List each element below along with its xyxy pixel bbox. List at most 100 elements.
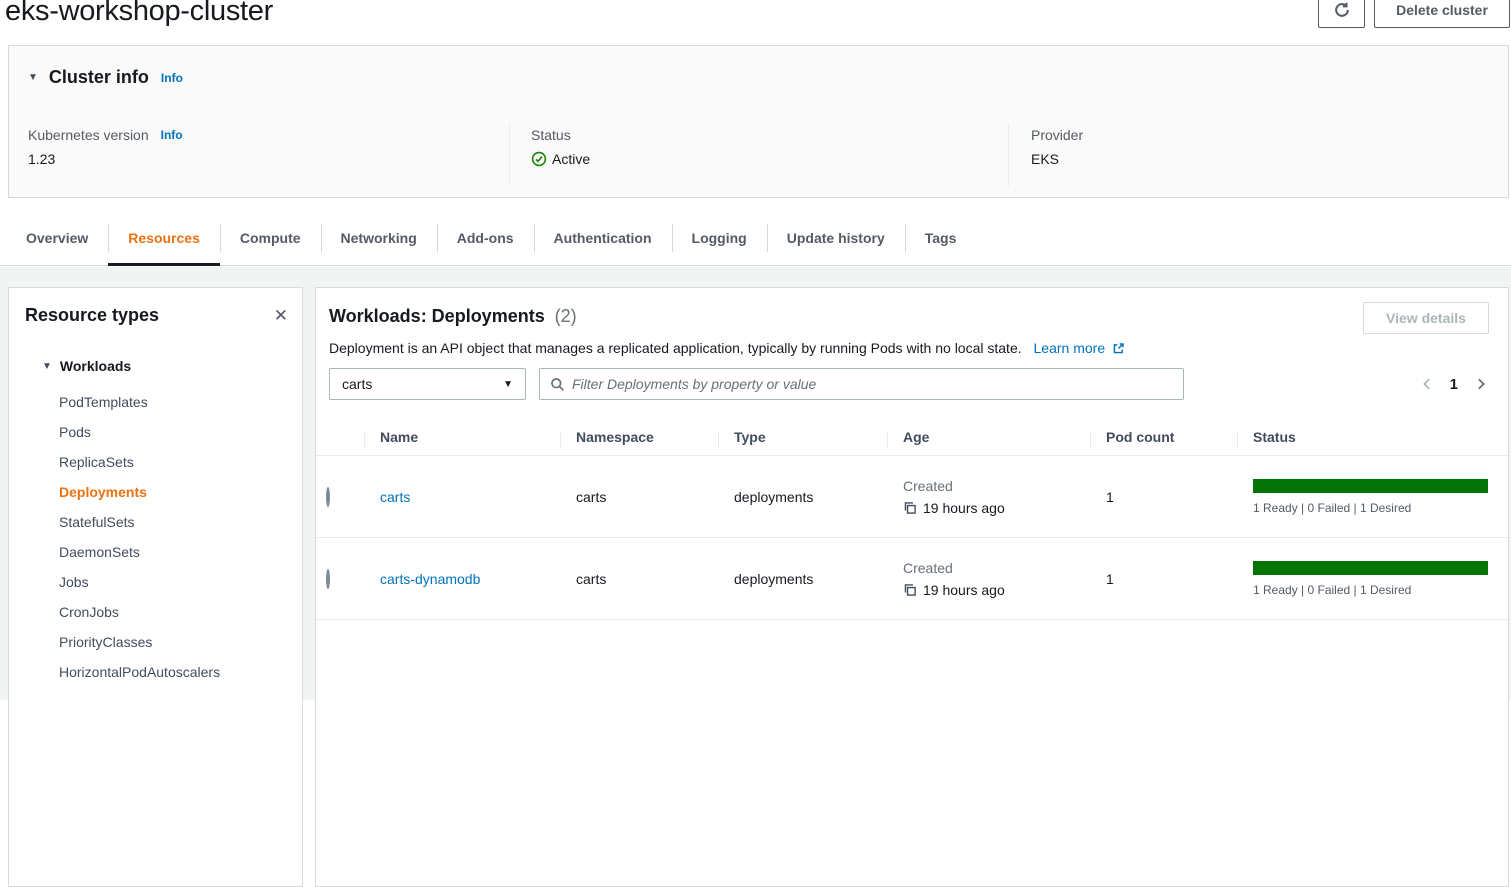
status-summary: 1 Ready | 0 Failed | 1 Desired — [1253, 501, 1488, 515]
chevron-right-icon — [1474, 377, 1488, 391]
kubernetes-version-value: 1.23 — [28, 151, 183, 167]
search-input[interactable] — [572, 376, 1173, 392]
previous-page-button[interactable] — [1420, 377, 1434, 391]
column-divider — [509, 124, 510, 186]
age-created-label: Created — [903, 478, 1090, 494]
status-summary: 1 Ready | 0 Failed | 1 Desired — [1253, 583, 1488, 597]
cluster-info-section: ▼ Cluster info Info Kubernetes version I… — [8, 45, 1509, 198]
column-header-pod-count: Pod count — [1090, 429, 1237, 445]
header-actions: Delete cluster — [1318, 0, 1510, 28]
refresh-icon — [1333, 1, 1351, 19]
age-cell: Created 19 hours ago — [887, 478, 1090, 516]
chevron-left-icon — [1420, 377, 1434, 391]
tree-group-label: Workloads — [60, 358, 131, 374]
filter-type-dropdown[interactable]: carts ▼ — [329, 368, 526, 400]
deployments-count-badge: (2) — [555, 306, 577, 326]
tree-group-workloads[interactable]: ▼ Workloads — [42, 358, 302, 374]
deployments-heading: Workloads: Deployments — [329, 306, 545, 326]
status-progress-bar — [1253, 479, 1488, 493]
row-radio-button[interactable] — [326, 487, 330, 507]
sidebar-item-horizontalpodautoscalers[interactable]: HorizontalPodAutoscalers — [42, 657, 302, 687]
kubernetes-version-field: Kubernetes version Info 1.23 — [28, 127, 183, 167]
tab-networking[interactable]: Networking — [321, 210, 437, 265]
status-cell: 1 Ready | 0 Failed | 1 Desired — [1237, 479, 1508, 515]
pagination: 1 — [1420, 370, 1488, 398]
cluster-info-info-link[interactable]: Info — [161, 71, 183, 85]
table-row: carts carts deployments Created 19 hours… — [316, 456, 1508, 538]
close-icon[interactable]: ✕ — [274, 307, 288, 324]
column-header-namespace: Namespace — [560, 429, 718, 445]
tab-tags[interactable]: Tags — [905, 210, 977, 265]
provider-label: Provider — [1031, 127, 1083, 143]
deployments-description: Deployment is an API object that manages… — [329, 340, 1022, 356]
collapse-caret-icon[interactable]: ▼ — [28, 72, 38, 83]
column-header-name: Name — [364, 429, 560, 445]
type-cell: deployments — [718, 571, 887, 587]
sidebar-item-podtemplates[interactable]: PodTemplates — [42, 387, 302, 417]
column-divider — [1008, 124, 1009, 186]
status-label: Status — [531, 127, 590, 143]
learn-more-label: Learn more — [1034, 340, 1106, 356]
external-link-icon — [1112, 342, 1125, 355]
resource-types-panel: Resource types ✕ ▼ Workloads PodTemplate… — [8, 287, 303, 887]
tab-overview[interactable]: Overview — [6, 210, 108, 265]
column-header-age: Age — [887, 429, 1090, 445]
status-value: Active — [552, 151, 590, 167]
column-header-status: Status — [1237, 429, 1508, 445]
sidebar-item-daemonsets[interactable]: DaemonSets — [42, 537, 302, 567]
kubernetes-version-info-link[interactable]: Info — [161, 128, 183, 142]
tab-authentication[interactable]: Authentication — [534, 210, 672, 265]
resource-types-tree: ▼ Workloads PodTemplates Pods ReplicaSet… — [9, 358, 302, 687]
kubernetes-version-label: Kubernetes version — [28, 127, 149, 143]
learn-more-link[interactable]: Learn more — [1034, 340, 1125, 356]
provider-field: Provider EKS — [1031, 127, 1083, 167]
search-icon — [550, 377, 565, 392]
deployment-name-link[interactable]: carts-dynamodb — [380, 571, 480, 587]
provider-value: EKS — [1031, 151, 1083, 167]
sidebar-item-replicasets[interactable]: ReplicaSets — [42, 447, 302, 477]
sidebar-item-priorityclasses[interactable]: PriorityClasses — [42, 627, 302, 657]
row-radio-button[interactable] — [326, 569, 330, 589]
table-row: carts-dynamodb carts deployments Created… — [316, 538, 1508, 620]
tab-compute[interactable]: Compute — [220, 210, 321, 265]
tab-update-history[interactable]: Update history — [767, 210, 905, 265]
deployments-panel: Workloads: Deployments (2) View details … — [315, 287, 1509, 887]
sidebar-item-pods[interactable]: Pods — [42, 417, 302, 447]
column-header-type: Type — [718, 429, 887, 445]
current-page-number[interactable]: 1 — [1450, 376, 1458, 393]
tab-resources[interactable]: Resources — [108, 210, 220, 265]
filter-search-box[interactable] — [539, 368, 1184, 400]
next-page-button[interactable] — [1474, 377, 1488, 391]
sidebar-item-jobs[interactable]: Jobs — [42, 567, 302, 597]
deployments-table: Name Namespace Type Age Pod count Status… — [316, 418, 1508, 620]
status-check-icon — [531, 151, 547, 167]
age-created-label: Created — [903, 560, 1090, 576]
namespace-cell: carts — [560, 489, 718, 505]
copy-icon[interactable] — [903, 501, 917, 515]
deployment-name-link[interactable]: carts — [380, 489, 410, 505]
sidebar-item-cronjobs[interactable]: CronJobs — [42, 597, 302, 627]
view-details-button[interactable]: View details — [1363, 302, 1489, 334]
cluster-info-header[interactable]: ▼ Cluster info Info — [9, 46, 1508, 88]
namespace-cell: carts — [560, 571, 718, 587]
filter-type-dropdown-value: carts — [342, 376, 372, 392]
refresh-button[interactable] — [1318, 0, 1365, 28]
cluster-tabs: Overview Resources Compute Networking Ad… — [0, 210, 1511, 266]
age-cell: Created 19 hours ago — [887, 560, 1090, 598]
status-progress-bar — [1253, 561, 1488, 575]
delete-cluster-button[interactable]: Delete cluster — [1374, 0, 1510, 28]
chevron-down-icon: ▼ — [503, 379, 513, 390]
sidebar-item-deployments[interactable]: Deployments — [42, 477, 302, 507]
table-header-row: Name Namespace Type Age Pod count Status — [316, 418, 1508, 456]
tab-logging[interactable]: Logging — [672, 210, 767, 265]
tree-expand-caret-icon[interactable]: ▼ — [42, 361, 52, 372]
copy-icon[interactable] — [903, 583, 917, 597]
page-title: eks-workshop-cluster — [5, 0, 273, 28]
age-value: 19 hours ago — [923, 500, 1005, 516]
sidebar-item-statefulsets[interactable]: StatefulSets — [42, 507, 302, 537]
type-cell: deployments — [718, 489, 887, 505]
status-cell: 1 Ready | 0 Failed | 1 Desired — [1237, 561, 1508, 597]
cluster-info-title: Cluster info — [49, 67, 149, 88]
tab-add-ons[interactable]: Add-ons — [437, 210, 534, 265]
pod-count-cell: 1 — [1090, 489, 1237, 505]
